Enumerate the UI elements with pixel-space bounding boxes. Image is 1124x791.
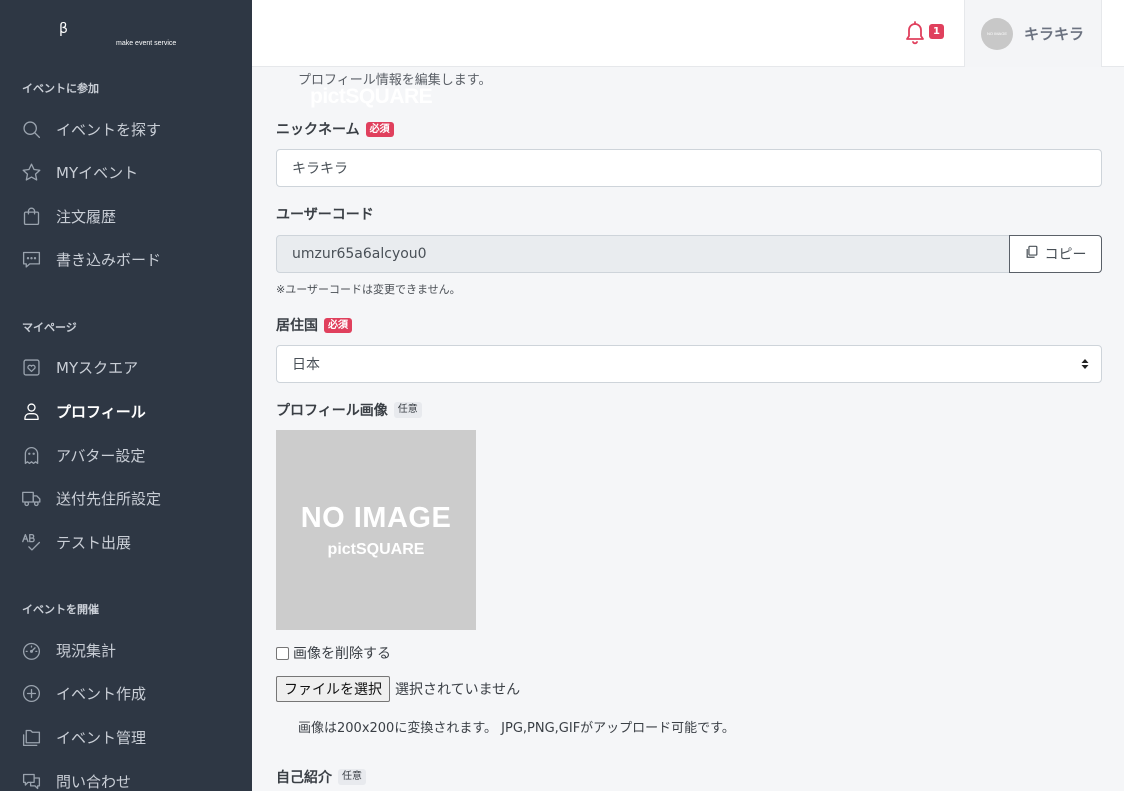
no-image-title: NO IMAGE: [300, 501, 452, 534]
sidebar-item-label: イベント作成: [56, 684, 147, 703]
user-code-label: ユーザーコード: [276, 207, 374, 223]
copy-button-label: コピー: [1044, 247, 1087, 263]
section-heading-host: イベントを開催: [22, 603, 99, 616]
sidebar-item-label: プロフィール: [56, 402, 146, 421]
user-name: キラキラ: [1024, 25, 1085, 43]
shopping-bag-icon: [20, 205, 42, 227]
sidebar-item-label: MYイベント: [56, 163, 139, 182]
country-label-text: 居住国: [276, 318, 318, 334]
sidebar-item-my-events[interactable]: MYイベント: [0, 152, 252, 192]
top-header: 1 NO IMAGE キラキラ: [252, 0, 1124, 67]
copy-icon: [1025, 245, 1045, 263]
sidebar-item-label: 送付先住所設定: [56, 489, 162, 508]
no-image-brand: pictSQUARE: [327, 540, 425, 558]
sidebar-item-label: MYスクエア: [56, 358, 139, 377]
file-status-text: 選択されていません: [395, 682, 521, 698]
folders-icon: [20, 726, 42, 748]
plus-circle-icon: [20, 682, 42, 704]
user-menu[interactable]: NO IMAGE キラキラ: [964, 0, 1102, 67]
sidebar-item-label: アバター設定: [56, 446, 146, 465]
sidebar-item-my-square[interactable]: MYスクエア: [0, 347, 252, 387]
truck-icon: [20, 487, 42, 509]
notification-button[interactable]: 1: [903, 20, 947, 48]
sidebar-item-status-summary[interactable]: 現況集計: [0, 630, 252, 670]
sidebar-item-contact[interactable]: 問い合わせ: [0, 761, 252, 791]
profile-image-preview: NO IMAGE pictSQUARE: [276, 430, 476, 630]
avatar: NO IMAGE: [981, 17, 1013, 50]
section-heading-mypage: マイページ: [22, 321, 77, 334]
chat-icon: [20, 248, 42, 270]
optional-badge: 任意: [338, 769, 366, 785]
logo-beta: β: [59, 21, 68, 37]
ghost-icon: [20, 444, 42, 466]
sidebar-item-label: テスト出展: [56, 533, 132, 552]
search-icon: [20, 118, 42, 140]
sidebar-item-order-history[interactable]: 注文履歴: [0, 196, 252, 236]
image-upload-hint: 画像は200x200に変換されます。 JPG,PNG,GIFがアップロード可能で…: [298, 721, 735, 736]
chats-icon: [20, 770, 42, 791]
country-select[interactable]: 日本: [276, 345, 1102, 383]
main-content: プロフィール情報を編集します。 ニックネーム 必須 キラキラ ユーザーコード u…: [252, 67, 1124, 791]
country-value: 日本: [292, 357, 320, 373]
bio-label-text: 自己紹介: [276, 770, 332, 786]
section-heading-participate: イベントに参加: [22, 82, 99, 95]
spell-check-icon: [20, 531, 42, 553]
logo[interactable]: pictSQUARE β make event service: [58, 18, 433, 108]
delete-image-checkbox[interactable]: [276, 646, 289, 660]
notification-badge: 1: [929, 24, 944, 39]
sidebar-item-shipping-address[interactable]: 送付先住所設定: [0, 478, 252, 518]
nickname-label: ニックネーム 必須: [276, 119, 394, 139]
sidebar-item-find-events[interactable]: イベントを探す: [0, 109, 252, 149]
sidebar: pictSQUARE β make event service イベントに参加 イ…: [0, 0, 433, 791]
required-badge: 必須: [324, 317, 352, 333]
sidebar-item-label: 問い合わせ: [56, 772, 132, 791]
page-description: プロフィール情報を編集します。: [298, 73, 492, 88]
sidebar-item-label: 注文履歴: [56, 207, 117, 226]
choose-file-button[interactable]: ファイルを選択: [276, 676, 390, 702]
delete-image-label: 画像を削除する: [293, 646, 391, 662]
required-badge: 必須: [365, 121, 394, 137]
sidebar-item-profile[interactable]: プロフィール: [0, 391, 252, 431]
sidebar-item-test-exhibit[interactable]: テスト出展: [0, 522, 252, 562]
gauge-icon: [20, 639, 42, 661]
file-input-row: ファイルを選択 選択されていません: [276, 676, 520, 702]
profile-image-label-text: プロフィール画像: [276, 403, 388, 419]
user-code-field[interactable]: umzur65a6alcyou0: [276, 235, 1010, 273]
country-label: 居住国 必須: [276, 315, 352, 335]
sidebar-item-label: 現況集計: [56, 641, 117, 660]
select-caret-icon: [1081, 358, 1089, 370]
sidebar-item-label: イベントを探す: [56, 120, 162, 139]
sidebar-item-create-event[interactable]: イベント作成: [0, 673, 252, 713]
sidebar-item-avatar-settings[interactable]: アバター設定: [0, 435, 252, 475]
sidebar-item-manage-events[interactable]: イベント管理: [0, 717, 252, 757]
bell-icon: [903, 21, 927, 50]
nickname-value: キラキラ: [292, 161, 348, 177]
sidebar-item-message-board[interactable]: 書き込みボード: [0, 239, 252, 279]
copy-button[interactable]: コピー: [1009, 235, 1102, 273]
profile-image-label: プロフィール画像 任意: [276, 400, 422, 420]
sidebar-item-label: 書き込みボード: [56, 250, 162, 269]
bio-label: 自己紹介 任意: [276, 767, 366, 787]
square-heart-icon: [20, 356, 42, 378]
delete-image-row: 画像を削除する: [276, 643, 391, 663]
nickname-label-text: ニックネーム: [276, 122, 360, 138]
optional-badge: 任意: [393, 402, 422, 418]
user-code-value: umzur65a6alcyou0: [292, 246, 427, 262]
user-icon: [20, 400, 42, 422]
logo-tagline: make event service: [116, 40, 177, 47]
user-code-note: ※ユーザーコードは変更できません。: [276, 283, 461, 296]
nickname-field[interactable]: キラキラ: [276, 149, 1102, 187]
avatar-text: NO IMAGE: [986, 31, 1007, 36]
sidebar-item-label: イベント管理: [56, 728, 147, 747]
star-icon: [20, 161, 42, 183]
